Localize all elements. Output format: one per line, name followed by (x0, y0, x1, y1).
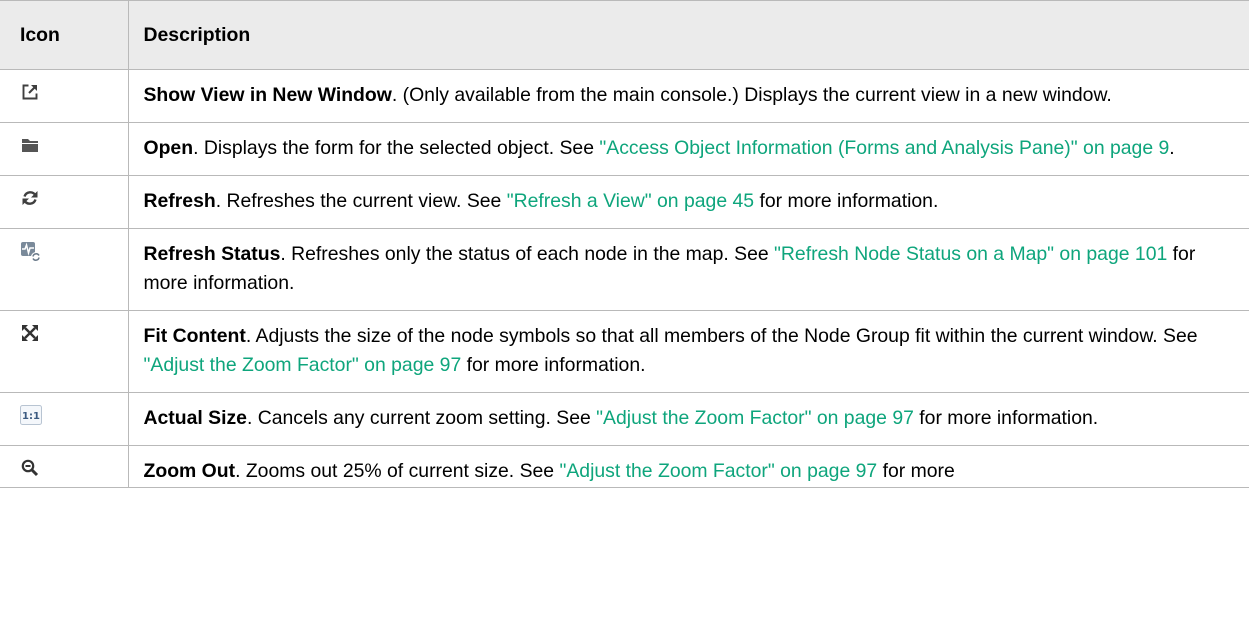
actual-size-icon: 1:1 (20, 405, 42, 425)
row-term: Actual Size (143, 407, 247, 429)
folder-open-icon (20, 135, 40, 155)
row-text-after: for more information. (913, 407, 1099, 429)
cross-reference-link[interactable]: "Adjust the Zoom Factor" on page 97 (144, 354, 462, 376)
icon-cell: 1:1 (0, 392, 129, 446)
row-text: . Zooms out 25% of current size. See (235, 460, 560, 482)
cross-reference-link[interactable]: "Adjust the Zoom Factor" on page 97 (559, 460, 877, 482)
table-row: Refresh Status. Refreshes only the statu… (0, 228, 1249, 311)
row-text-after: for more (877, 460, 955, 482)
row-term: Zoom Out (143, 460, 236, 482)
table-row: Show View in New Window. (Only available… (0, 69, 1249, 123)
row-term: Refresh Status (143, 243, 281, 265)
row-text: . Refreshes the current view. See (215, 190, 507, 212)
icon-cell (0, 310, 129, 393)
description-cell: Show View in New Window. (Only available… (127, 69, 1249, 123)
table-header-row: Icon Description (0, 0, 1249, 70)
cross-reference-link[interactable]: "Refresh Node Status on a Map" on page 1… (774, 243, 1167, 265)
refresh-icon (20, 188, 40, 208)
row-text: . (Only available from the main console.… (391, 84, 1112, 106)
description-cell: Zoom Out. Zooms out 25% of current size.… (127, 445, 1249, 488)
icon-cell (0, 228, 129, 311)
row-term: Show View in New Window (143, 84, 392, 106)
actual-size-icon-text: 1:1 (22, 411, 40, 422)
zoom-out-icon (20, 458, 40, 478)
row-text: . Adjusts the size of the node symbols s… (245, 325, 1198, 347)
icon-cell (0, 69, 129, 123)
table-row: Fit Content. Adjusts the size of the nod… (0, 310, 1249, 393)
row-text: . Cancels any current zoom setting. See (246, 407, 597, 429)
description-cell: Refresh Status. Refreshes only the statu… (127, 228, 1249, 311)
table-row: Refresh. Refreshes the current view. See… (0, 175, 1249, 229)
row-text-after: . (1169, 137, 1175, 159)
row-text: . Displays the form for the selected obj… (193, 137, 600, 159)
fit-content-icon (20, 323, 40, 343)
cross-reference-link[interactable]: "Adjust the Zoom Factor" on page 97 (596, 407, 914, 429)
row-term: Open (143, 137, 194, 159)
description-cell: Fit Content. Adjusts the size of the nod… (127, 310, 1249, 393)
icon-cell (0, 175, 129, 229)
table-row: 1:1 Actual Size. Cancels any current zoo… (0, 392, 1249, 446)
header-icon: Icon (0, 0, 129, 70)
row-text: . Refreshes only the status of each node… (280, 243, 775, 265)
icon-cell (0, 122, 129, 176)
cross-reference-link[interactable]: "Refresh a View" on page 45 (507, 190, 754, 212)
description-cell: Open. Displays the form for the selected… (127, 122, 1249, 176)
table-row: Zoom Out. Zooms out 25% of current size.… (0, 445, 1249, 488)
new-window-icon (20, 82, 40, 102)
row-term: Refresh (143, 190, 216, 212)
row-text-after: for more information. (754, 190, 939, 212)
icon-cell (0, 445, 129, 488)
table-row: Open. Displays the form for the selected… (0, 122, 1249, 176)
row-text-after: for more information. (461, 354, 646, 376)
cross-reference-link[interactable]: "Access Object Information (Forms and An… (599, 137, 1169, 159)
row-term: Fit Content (143, 325, 246, 347)
icon-description-table: Icon Description Show View in New Window… (0, 0, 1249, 488)
description-cell: Refresh. Refreshes the current view. See… (127, 175, 1249, 229)
header-description: Description (127, 0, 1249, 70)
description-cell: Actual Size. Cancels any current zoom se… (127, 392, 1249, 446)
refresh-status-icon (20, 241, 41, 262)
